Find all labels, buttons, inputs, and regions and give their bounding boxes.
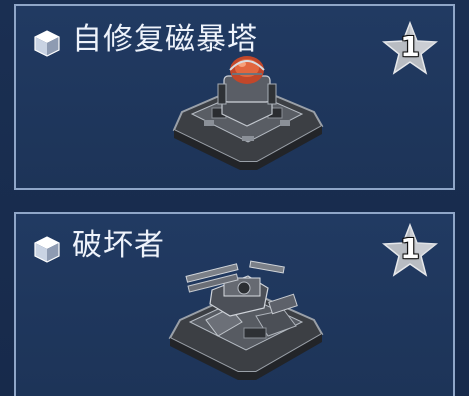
tesla-tower-building bbox=[172, 56, 324, 170]
building-card-tesla-tower[interactable]: 自修复磁暴塔 1 bbox=[14, 4, 455, 190]
level-star-badge: 1 bbox=[381, 222, 439, 280]
level-star-badge: 1 bbox=[381, 20, 439, 78]
cube-icon bbox=[34, 236, 60, 263]
building-card-destroyer[interactable]: 破坏者 1 bbox=[14, 212, 455, 396]
destroyer-turret-building bbox=[168, 260, 324, 380]
building-list: 自修复磁暴塔 1 破坏者 1 bbox=[0, 0, 469, 396]
cube-icon bbox=[34, 30, 60, 57]
level-number: 1 bbox=[400, 30, 420, 63]
level-number: 1 bbox=[400, 232, 420, 265]
